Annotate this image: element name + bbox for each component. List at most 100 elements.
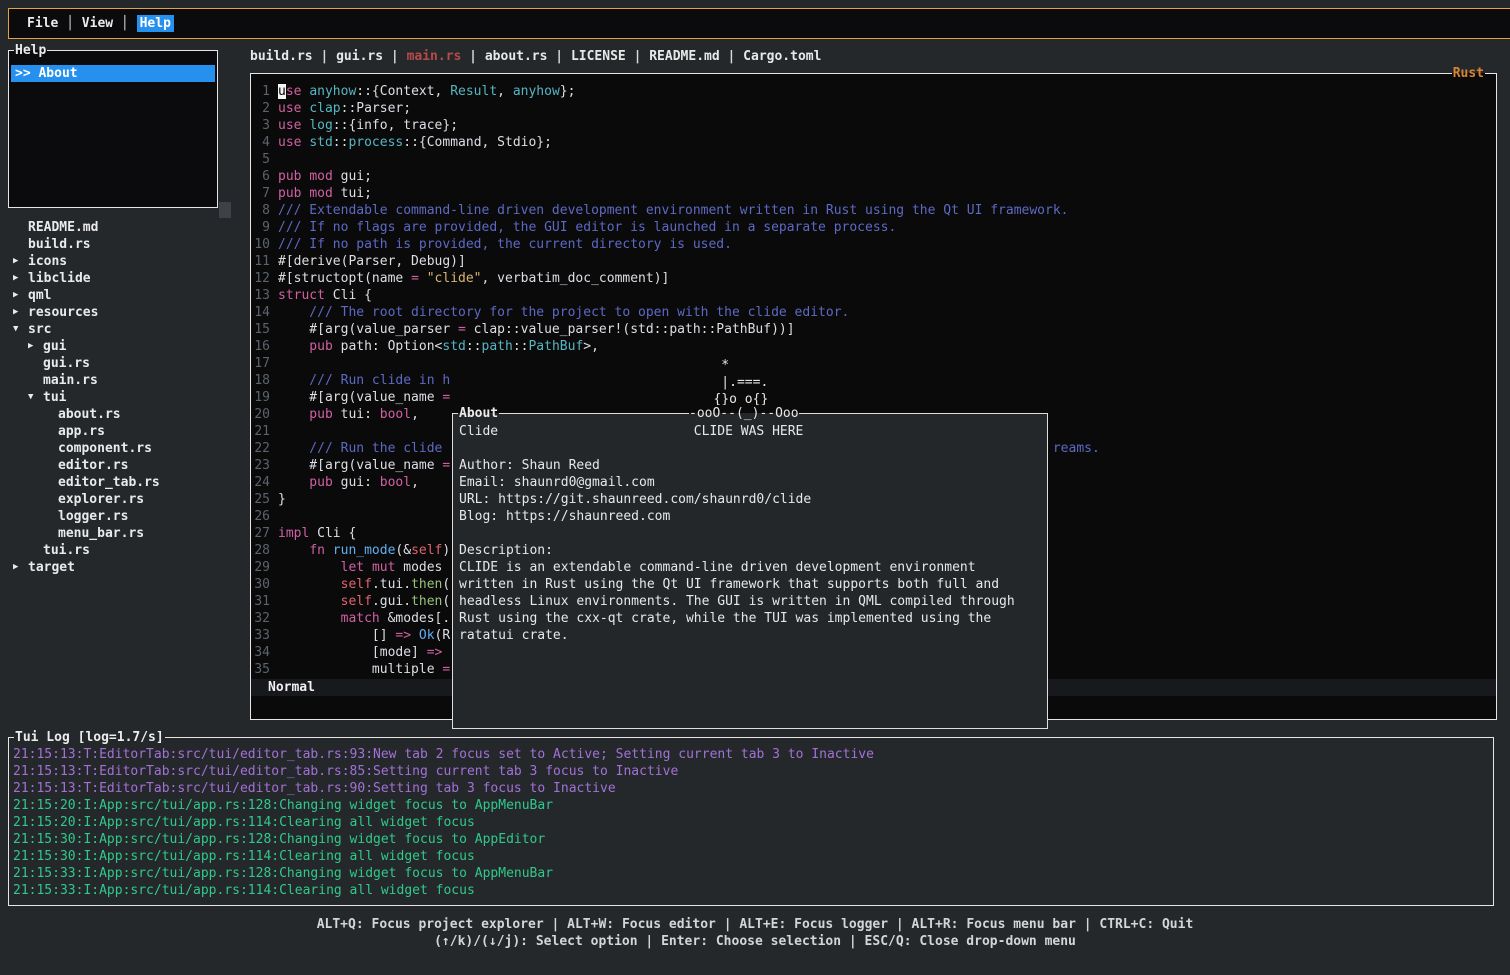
- tree-item-label: resources: [28, 305, 98, 320]
- line-number: 34: [254, 644, 270, 661]
- line-number: 30: [254, 576, 270, 593]
- code-segment: &modes[.: [380, 611, 450, 626]
- tree-item-icons[interactable]: ▶icons: [0, 253, 248, 270]
- editor-tab-build.rs[interactable]: build.rs: [250, 49, 313, 64]
- code-segment: ::: [333, 135, 349, 150]
- keybind-help-bar: ALT+Q: Focus project explorer | ALT+W: F…: [0, 916, 1510, 950]
- line-number: 5: [254, 151, 270, 168]
- editor-tab-Cargo.toml[interactable]: Cargo.toml: [743, 49, 821, 64]
- line-number: 35: [254, 661, 270, 678]
- code-line: 4use std::process::{Command, Stdio};: [254, 134, 1100, 151]
- code-segment: ,: [411, 475, 419, 490]
- chevron-right-icon: ▶: [13, 287, 28, 304]
- code-segment: path: [482, 339, 513, 354]
- editor-tab-about.rs[interactable]: about.rs: [485, 49, 548, 64]
- tab-separator: |: [547, 49, 570, 64]
- line-number: 6: [254, 168, 270, 185]
- code-segment: #[arg(value_name: [278, 458, 442, 473]
- code-line: 5: [254, 151, 1100, 168]
- tree-item-gui[interactable]: ▶gui: [0, 338, 248, 355]
- code-segment: ::{info, trace};: [333, 118, 458, 133]
- code-segment: ::: [513, 339, 529, 354]
- tree-item-editor_tab.rs[interactable]: editor_tab.rs: [0, 474, 248, 491]
- code-line: 8/// Extendable command-line driven deve…: [254, 202, 1100, 219]
- code-segment: clap: [309, 101, 340, 116]
- code-segment: =>: [427, 645, 443, 660]
- line-number: 18: [254, 372, 270, 389]
- menu-separator: │: [58, 15, 81, 32]
- editor-tab-README.md[interactable]: README.md: [649, 49, 719, 64]
- code-segment: .gui.: [372, 594, 411, 609]
- tree-item-label: explorer.rs: [58, 492, 144, 507]
- tree-item-menu_bar.rs[interactable]: menu_bar.rs: [0, 525, 248, 542]
- log-entry: 21:15:30:I:App:src/tui/app.rs:128:Changi…: [13, 831, 874, 848]
- code-line: 12#[structopt(name = "clide", verbatim_d…: [254, 270, 1100, 287]
- code-segment: pub: [278, 186, 301, 201]
- code-segment: impl: [278, 526, 309, 541]
- log-entry: 21:15:13:T:EditorTab:src/tui/editor_tab.…: [13, 780, 874, 797]
- tree-item-label: qml: [28, 288, 51, 303]
- tree-item-label: menu_bar.rs: [58, 526, 144, 541]
- tree-item-resources[interactable]: ▶resources: [0, 304, 248, 321]
- code-segment: let: [341, 560, 364, 575]
- code-segment: #[derive(Parser, Debug)]: [278, 254, 466, 269]
- tree-item-src[interactable]: ▼src: [0, 321, 248, 338]
- code-segment: (&: [395, 543, 411, 558]
- line-number: 1: [254, 83, 270, 100]
- code-line: 16 pub path: Option<std::path::PathBuf>,: [254, 338, 1100, 355]
- code-segment: /// Extendable command-line driven devel…: [278, 203, 1069, 218]
- editor-tab-LICENSE[interactable]: LICENSE: [571, 49, 626, 64]
- tree-item-explorer.rs[interactable]: explorer.rs: [0, 491, 248, 508]
- tree-item-label: logger.rs: [58, 509, 128, 524]
- code-segment: >,: [583, 339, 599, 354]
- code-segment: then: [411, 594, 442, 609]
- chevron-down-icon: ▼: [28, 389, 43, 406]
- tree-item-label: editor.rs: [58, 458, 128, 473]
- file-tree: README.mdbuild.rs▶icons▶libclide▶qml▶res…: [0, 219, 248, 576]
- tree-item-about.rs[interactable]: about.rs: [0, 406, 248, 423]
- tree-item-app.rs[interactable]: app.rs: [0, 423, 248, 440]
- tree-item-component.rs[interactable]: component.rs: [0, 440, 248, 457]
- menu-item-view[interactable]: View: [82, 15, 113, 32]
- code-segment: run_mode: [333, 543, 396, 558]
- tree-item-target[interactable]: ▶target: [0, 559, 248, 576]
- editor-tab-gui.rs[interactable]: gui.rs: [336, 49, 383, 64]
- tree-item-editor.rs[interactable]: editor.rs: [0, 457, 248, 474]
- tree-item-qml[interactable]: ▶qml: [0, 287, 248, 304]
- explorer-scrollbar-thumb[interactable]: [219, 202, 231, 218]
- tree-item-README.md[interactable]: README.md: [0, 219, 248, 236]
- code-segment: ,: [497, 84, 513, 99]
- menu-item-file[interactable]: File: [27, 15, 58, 32]
- code-segment: use: [278, 118, 301, 133]
- line-number: 14: [254, 304, 270, 321]
- tree-item-build.rs[interactable]: build.rs: [0, 236, 248, 253]
- tree-item-tui.rs[interactable]: tui.rs: [0, 542, 248, 559]
- line-number: 21: [254, 423, 270, 440]
- tab-separator: |: [720, 49, 743, 64]
- code-segment: log: [309, 118, 332, 133]
- code-segment: ,: [411, 407, 419, 422]
- line-number: 22: [254, 440, 270, 457]
- about-dialog: About -ooO--(_)--Ooo Clide CLIDE WAS HER…: [452, 413, 1048, 729]
- editor-tab-main.rs[interactable]: main.rs: [407, 49, 462, 64]
- tree-item-main.rs[interactable]: main.rs: [0, 372, 248, 389]
- code-segment: Result: [450, 84, 497, 99]
- tree-item-label: icons: [28, 254, 67, 269]
- help-dropdown-title: Help: [14, 42, 47, 59]
- dropdown-option-about[interactable]: >> About: [11, 65, 215, 82]
- menu-item-help[interactable]: Help: [137, 15, 174, 32]
- code-segment: (: [442, 594, 450, 609]
- line-number: 20: [254, 406, 270, 423]
- tree-item-tui[interactable]: ▼tui: [0, 389, 248, 406]
- editor-tab-bar: build.rs | gui.rs | main.rs | about.rs |…: [250, 48, 821, 65]
- line-number: 17: [254, 355, 270, 372]
- chevron-right-icon: ▶: [13, 253, 28, 270]
- code-segment: #[arg(value_name: [278, 390, 442, 405]
- tree-item-libclide[interactable]: ▶libclide: [0, 270, 248, 287]
- code-segment: [278, 560, 341, 575]
- log-entries: 21:15:13:T:EditorTab:src/tui/editor_tab.…: [13, 746, 874, 899]
- code-segment: [364, 560, 372, 575]
- line-number: 3: [254, 117, 270, 134]
- tree-item-gui.rs[interactable]: gui.rs: [0, 355, 248, 372]
- tree-item-logger.rs[interactable]: logger.rs: [0, 508, 248, 525]
